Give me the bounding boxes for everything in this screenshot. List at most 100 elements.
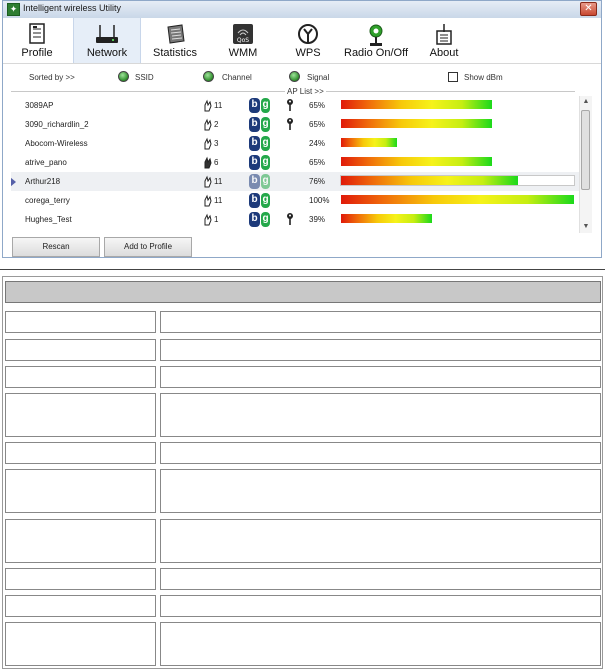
- 802-11b-icon: b: [249, 212, 260, 227]
- table-cell-description: [160, 442, 601, 464]
- ap-ssid: 3089AP: [25, 101, 54, 110]
- table-cell-description: [160, 366, 601, 388]
- tab-wmm[interactable]: QoS WMM: [221, 18, 265, 63]
- signal-strength-bar: [341, 176, 518, 185]
- show-dbm-checkbox[interactable]: [448, 72, 458, 82]
- network-icon: [96, 25, 118, 43]
- signal-strength-bar: [341, 195, 574, 204]
- ap-signal-percent: 100%: [309, 196, 330, 205]
- scroll-thumb[interactable]: [581, 110, 590, 190]
- ap-list-row[interactable]: Arthur218 11 b g 76%: [11, 172, 579, 191]
- 802-11b-icon: b: [249, 174, 260, 189]
- scroll-down-icon[interactable]: ▼: [580, 221, 592, 233]
- sorted-by-label: Sorted by >>: [29, 73, 75, 82]
- sort-channel-radio[interactable]: [203, 71, 214, 82]
- table-cell-label: [5, 393, 156, 437]
- signal-strength-bar: [341, 157, 492, 166]
- ap-ssid: Abocom-Wireless: [25, 139, 88, 148]
- window-title: Intelligent wireless Utility: [23, 3, 122, 13]
- tab-label: Radio On/Off: [344, 47, 408, 59]
- table-cell-description: [160, 595, 601, 617]
- sort-bar: Sorted by >> SSID Channel Signal Show dB…: [3, 64, 601, 96]
- signal-hand-icon: [204, 175, 212, 188]
- ap-signal-percent: 65%: [309, 120, 326, 129]
- table-cell-description: [160, 311, 601, 333]
- tab-label: Statistics: [152, 47, 197, 59]
- 802-11b-icon: b: [249, 117, 260, 132]
- sort-ssid-label: SSID: [135, 73, 154, 82]
- ap-signal-percent: 76%: [309, 177, 326, 186]
- sort-channel-label: Channel: [222, 73, 252, 82]
- 802-11g-icon: g: [261, 117, 270, 132]
- ap-list-scrollbar[interactable]: ▲ ▼: [579, 96, 592, 233]
- ap-list-row[interactable]: Hughes_Test 1 b g 39%: [11, 210, 579, 229]
- tab-network[interactable]: Network: [73, 18, 141, 63]
- ap-channel: 6: [214, 158, 219, 167]
- about-icon: [436, 24, 452, 45]
- key-icon: [287, 213, 293, 225]
- ap-list[interactable]: 3089AP 11 b g 65% 3090_richardlin_2 2 b g 65% Aboc…: [11, 96, 579, 233]
- ap-list-row[interactable]: atrive_pano 6 b g 65%: [11, 153, 579, 172]
- signal-hand-icon: [204, 213, 212, 226]
- 802-11b-icon: b: [249, 193, 260, 208]
- signal-hand-icon: [204, 156, 212, 169]
- ap-ssid: Arthur218: [25, 177, 61, 186]
- ap-list-row[interactable]: 3090_richardlin_2 2 b g 65%: [11, 115, 579, 134]
- ap-list-row[interactable]: 3089AP 11 b g 65%: [11, 96, 579, 115]
- table-cell-label: [5, 366, 156, 388]
- table-cell-description: [160, 519, 601, 563]
- add-to-profile-button[interactable]: Add to Profile: [104, 237, 192, 257]
- ap-signal-percent: 65%: [309, 101, 326, 110]
- close-button[interactable]: ✕: [580, 2, 597, 16]
- tab-label: Profile: [21, 47, 53, 59]
- tab-label: Network: [86, 47, 128, 59]
- table-cell-description: [160, 469, 601, 513]
- 802-11b-icon: b: [249, 155, 260, 170]
- sort-signal-radio[interactable]: [289, 71, 300, 82]
- ap-signal-percent: 65%: [309, 158, 326, 167]
- table-cell-label: [5, 442, 156, 464]
- signal-hand-icon: [204, 194, 212, 207]
- 802-11b-icon: b: [249, 98, 260, 113]
- key-icon: [287, 99, 293, 111]
- tab-profile[interactable]: Profile: [11, 18, 63, 63]
- section-divider: [0, 269, 605, 270]
- signal-hand-icon: [204, 99, 212, 112]
- 802-11g-icon: g: [261, 98, 270, 113]
- table-cell-label: [5, 595, 156, 617]
- selected-arrow-icon: [11, 177, 16, 187]
- 802-11g-icon: g: [261, 174, 270, 189]
- statistics-icon: [167, 24, 185, 44]
- ap-ssid: corega_terry: [25, 196, 70, 205]
- signal-hand-icon: [204, 137, 212, 150]
- tab-radio-on-off[interactable]: Radio On/Off: [339, 18, 413, 63]
- signal-strength-bar: [341, 214, 432, 223]
- ap-list-row[interactable]: corega_terry 11 b g 100%: [11, 191, 579, 210]
- table-cell-description: [160, 339, 601, 361]
- ap-ssid: Hughes_Test: [25, 215, 72, 224]
- signal-strength-bar: [341, 138, 397, 147]
- ap-list-row[interactable]: Abocom-Wireless 3 b g 24%: [11, 134, 579, 153]
- profile-icon: [29, 23, 45, 44]
- rescan-button[interactable]: Rescan: [12, 237, 100, 257]
- svg-text:QoS: QoS: [237, 37, 249, 44]
- table-cell-label: [5, 311, 156, 333]
- 802-11b-icon: b: [249, 136, 260, 151]
- tab-about[interactable]: About: [423, 18, 465, 63]
- ap-signal-percent: 39%: [309, 215, 326, 224]
- ap-ssid: 3090_richardlin_2: [25, 120, 89, 129]
- ap-channel: 11: [214, 177, 223, 186]
- wmm-icon: QoS: [233, 24, 253, 44]
- key-icon: [287, 118, 293, 130]
- signal-hand-icon: [204, 118, 212, 131]
- tab-statistics[interactable]: Statistics: [145, 18, 205, 63]
- show-dbm-label: Show dBm: [464, 73, 503, 82]
- sort-ssid-radio[interactable]: [118, 71, 129, 82]
- ap-list-label: AP List >>: [285, 87, 326, 96]
- table-cell-description: [160, 393, 601, 437]
- 802-11g-icon: g: [261, 212, 270, 227]
- tab-wps[interactable]: WPS: [287, 18, 329, 63]
- table-cell-description: [160, 568, 601, 590]
- title-bar[interactable]: ✦ Intelligent wireless Utility ✕: [3, 1, 601, 19]
- scroll-up-icon[interactable]: ▲: [580, 96, 592, 108]
